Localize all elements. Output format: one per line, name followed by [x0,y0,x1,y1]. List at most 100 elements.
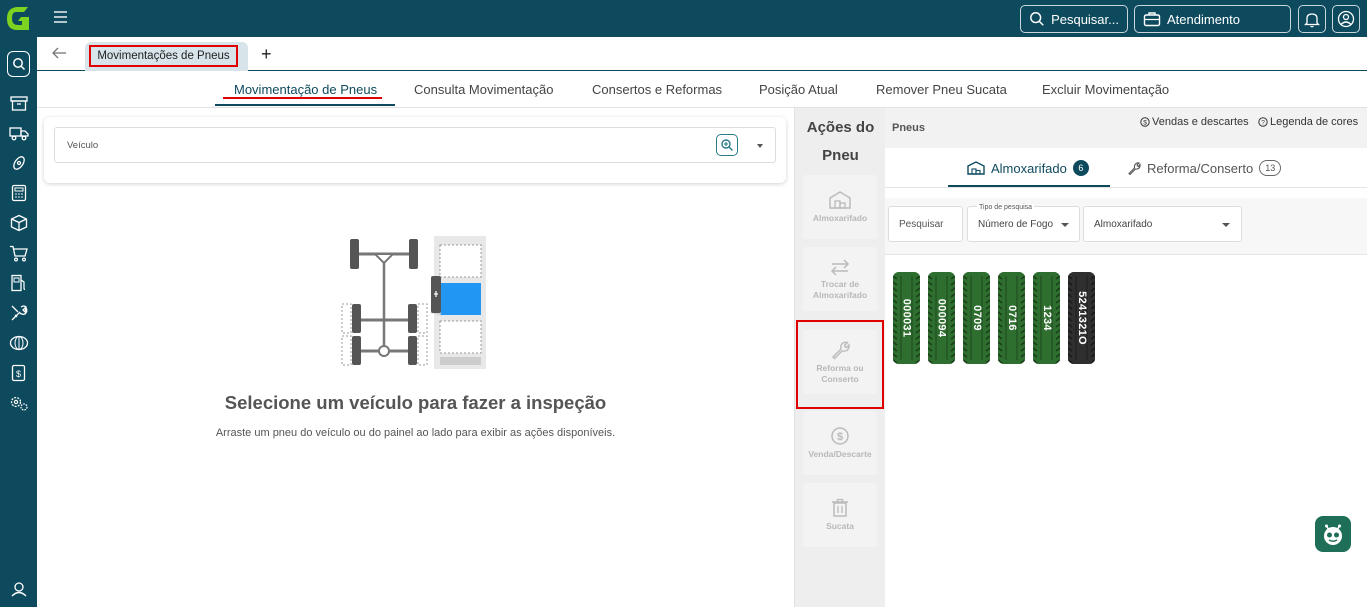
hamburger-menu-icon[interactable] [53,10,69,26]
search-type-select[interactable]: Tipo de pesquisa Número de Fogo [967,204,1080,242]
filter-bar: Pesquisar Tipo de pesquisa Número de Fog… [885,198,1367,255]
tab-warehouse[interactable]: Almoxarifado 6 [967,160,1089,176]
swap-arrows-icon [830,258,850,276]
wrench-icon [1128,162,1141,175]
subnav-remove-scrap-tyre[interactable]: Remover Pneu Sucata [876,82,1007,97]
support-button[interactable]: Atendimento [1134,5,1291,33]
subnav-repairs-retreads[interactable]: Consertos e Reformas [592,82,722,97]
vehicle-card: Veículo [44,117,786,183]
calculator-icon[interactable] [7,182,30,204]
briefcase-icon [1143,12,1161,27]
actions-title-line2: Pneu [822,147,859,164]
top-bar: Pesquisar... Atendimento [37,0,1367,37]
tyre-leaf-icon[interactable] [7,152,30,174]
invoice-dollar-icon[interactable]: $ [7,362,30,384]
tyre-number: 1234 [1040,305,1053,331]
vehicle-select[interactable]: Veículo [54,127,776,163]
support-label: Atendimento [1167,11,1240,27]
tyre-card[interactable]: 5241321O [1068,272,1095,364]
vehicle-search-icon[interactable] [716,134,738,156]
search-input-placeholder: Pesquisar [899,219,944,230]
tyre-number: 0709 [970,305,983,331]
tyres-panel-title: Pneus [892,122,926,134]
archive-box-icon[interactable] [7,92,30,114]
warehouse-icon [829,191,851,209]
retread-count-badge: 13 [1259,160,1282,176]
sales-discards-label: Vendas e descartes [1152,116,1249,128]
tools-icon[interactable] [7,302,30,324]
app-logo-icon[interactable] [4,4,33,33]
sidebar-search-icon[interactable] [7,51,30,77]
warehouse-select-value: Almoxarifado [1094,219,1153,230]
notifications-button[interactable] [1298,5,1326,33]
tyre-card[interactable]: 0709 [963,272,990,364]
vehicle-label: Veículo [67,140,99,151]
svg-text:$: $ [1143,120,1147,127]
action-change-warehouse-label: Trocar de Almoxarifado [812,278,868,300]
actions-title: Ações do Pneu [795,114,886,170]
tyre-number: 000031 [900,298,913,338]
vehicle-inspection-panel: Veículo Selecione um veículo para fazer … [37,108,794,607]
sub-navigation: Movimentação de Pneus Consulta Movimenta… [37,71,1367,108]
tyre-card[interactable]: 000094 [928,272,955,364]
tyre-number-label: 000031 [893,272,920,364]
warehouse-icon [967,161,985,175]
action-sale-discard-label: Venda/Descarte [808,449,872,459]
vehicle-axle-illustration [341,236,486,369]
global-search-button[interactable]: Pesquisar... [1020,5,1128,33]
tab-tyre-movements[interactable]: Movimentações de Pneus [85,42,248,71]
chevron-down-icon[interactable] [757,144,763,148]
action-scrap-button[interactable]: Sucata [803,483,877,547]
action-warehouse-button[interactable]: Almoxarifado [803,175,877,239]
svg-text:$: $ [837,431,843,443]
user-circle-icon [1337,10,1355,28]
dollar-circle-icon: $ [831,427,849,445]
package-icon[interactable] [7,212,30,234]
app-root: $ Pesquisar... Atendimento Movimentações… [0,0,1367,607]
color-legend-link[interactable]: ? Legenda de cores [1258,116,1358,128]
settings-gears-icon[interactable] [7,392,30,414]
sales-discards-link[interactable]: $ Vendas e descartes [1140,116,1249,128]
tyre-number: 5241321O [1075,291,1088,345]
search-icon [1030,12,1044,26]
search-input[interactable]: Pesquisar [888,206,963,242]
tyre-card[interactable]: 0716 [998,272,1025,364]
svg-text:?: ? [1261,120,1265,127]
tyre-number: 000094 [935,298,948,338]
tyre-number-label: 0709 [963,272,990,364]
tab-strip: Movimentações de Pneus + [37,37,1367,71]
subnav-current-position[interactable]: Posição Atual [759,82,838,97]
tyre-card[interactable]: 000031 [893,272,920,364]
tyre-number-label: 1234 [1033,272,1060,364]
dollar-circle-icon: $ [1140,117,1150,127]
trash-icon [832,498,848,517]
add-tab-button[interactable]: + [261,44,272,65]
action-change-warehouse-button[interactable]: Trocar de Almoxarifado [803,247,877,311]
help-circle-icon: ? [1258,117,1268,127]
action-sale-discard-button[interactable]: $ Venda/Descarte [803,411,877,475]
fuel-pump-icon[interactable] [7,272,30,294]
chevron-down-icon [1222,223,1230,227]
back-arrow-icon[interactable] [51,46,67,60]
tabs-divider [885,187,1367,188]
bell-icon [1304,12,1320,27]
tyre-number-label: 5241321O [1068,272,1095,364]
action-warehouse-label: Almoxarifado [812,213,868,223]
warehouse-select[interactable]: Almoxarifado [1083,206,1242,242]
active-tab-underline [215,104,395,106]
empty-state-title: Selecione um veículo para fazer a inspeç… [224,392,607,413]
assistant-bot-button[interactable] [1315,516,1351,552]
truck-icon[interactable] [7,122,30,144]
subnav-movement-query[interactable]: Consulta Movimentação [414,82,553,97]
subnav-tyre-movement[interactable]: Movimentação de Pneus [234,82,377,97]
tyres-panel-header: Pneus $ Vendas e descartes ? Legenda de … [885,108,1367,148]
support-agent-icon[interactable] [7,578,30,600]
tyre-card[interactable]: 1234 [1033,272,1060,364]
user-profile-button[interactable] [1332,5,1360,33]
tyre-stack-icon[interactable] [7,332,30,354]
subnav-delete-movement[interactable]: Excluir Movimentação [1042,82,1169,97]
tab-retread-repair-label: Reforma/Conserto [1147,160,1254,176]
shopping-cart-icon[interactable] [7,242,30,264]
highlight-box [796,320,884,409]
tab-retread-repair[interactable]: Reforma/Conserto 13 [1127,160,1282,176]
